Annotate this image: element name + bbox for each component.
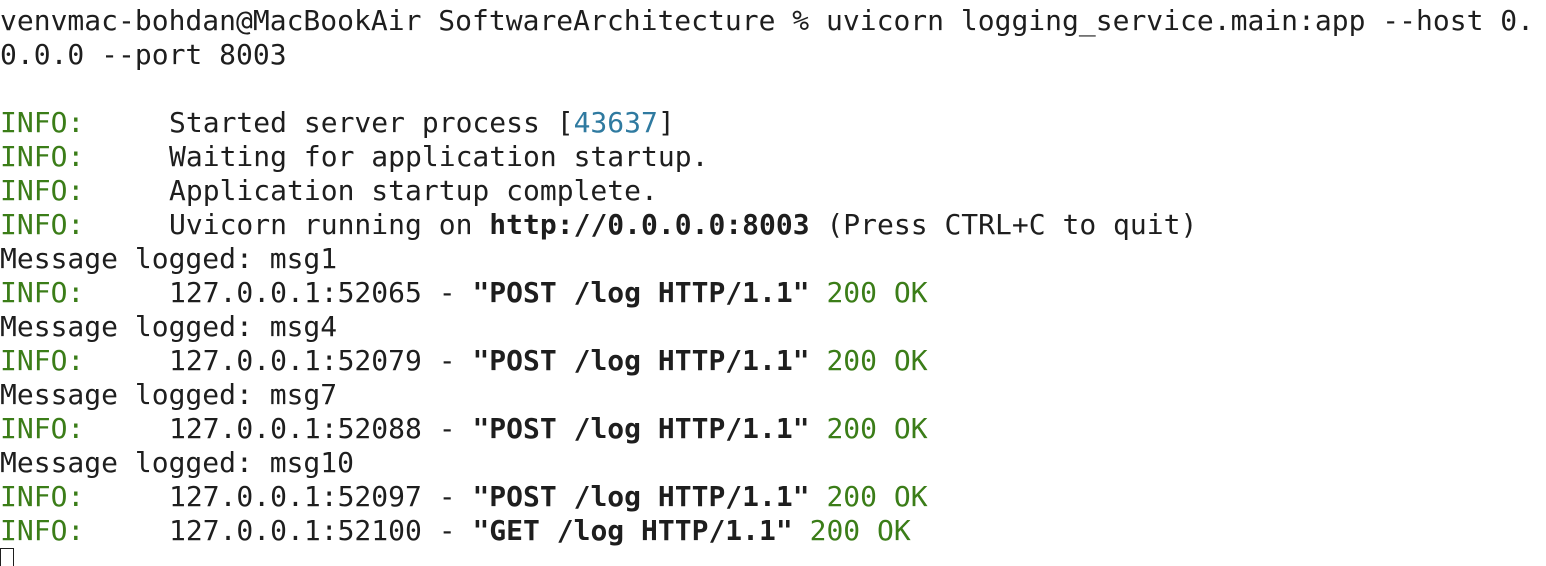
log-text: ] [657,106,675,139]
log-level: INFO: [0,344,85,377]
request-line: "POST /log HTTP/1.1" [472,344,810,377]
log-line-complete: INFO: Application startup complete. [0,174,658,208]
log-level: INFO: [0,514,85,547]
terminal-window[interactable]: venvmac-bohdan@MacBookAir SoftwareArchit… [0,0,1546,566]
command-text: venvmac-bohdan@MacBookAir SoftwareArchit… [0,4,1535,37]
message-logged-line: Message logged: msg7 [0,378,337,412]
client-address: 127.0.0.1:52065 - [169,276,473,309]
message-text: Message logged: msg4 [0,310,338,343]
client-address: 127.0.0.1:52079 - [169,344,473,377]
log-text: Application startup complete. [169,174,658,207]
log-level: INFO: [0,140,85,173]
log-level: INFO: [0,208,85,241]
message-text: Message logged: msg10 [0,446,355,479]
log-level: INFO: [0,276,85,309]
request-line: "POST /log HTTP/1.1" [472,276,810,309]
request-line: "GET /log HTTP/1.1" [472,514,793,547]
status-code: 200 OK [826,412,928,445]
terminal-cursor [0,548,14,566]
log-text: Uvicorn running on [169,208,490,241]
status-code: 200 OK [809,514,911,547]
client-address: 127.0.0.1:52097 - [169,480,473,513]
command-line-1: venvmac-bohdan@MacBookAir SoftwareArchit… [0,4,1534,38]
access-log-line: INFO: 127.0.0.1:52100 - "GET /log HTTP/1.… [0,514,911,548]
log-level: INFO: [0,174,85,207]
log-text: Started server process [ [169,106,574,139]
log-line-waiting: INFO: Waiting for application startup. [0,140,708,174]
request-line: "POST /log HTTP/1.1" [472,412,810,445]
command-text-continued: 0.0.0 --port 8003 [0,38,287,71]
status-code: 200 OK [826,344,928,377]
message-text: Message logged: msg7 [0,378,338,411]
access-log-line: INFO: 127.0.0.1:52097 - "POST /log HTTP/1… [0,480,928,514]
log-level: INFO: [0,412,85,445]
log-text: (Press CTRL+C to quit) [809,208,1198,241]
message-logged-line: Message logged: msg10 [0,446,354,480]
log-level: INFO: [0,480,85,513]
log-level: INFO: [0,106,85,139]
client-address: 127.0.0.1:52100 - [169,514,473,547]
message-text: Message logged: msg1 [0,242,338,275]
message-logged-line: Message logged: msg4 [0,310,337,344]
message-logged-line: Message logged: msg1 [0,242,337,276]
server-url[interactable]: http://0.0.0.0:8003 [489,208,809,241]
access-log-line: INFO: 127.0.0.1:52065 - "POST /log HTTP/1… [0,276,928,310]
access-log-line: INFO: 127.0.0.1:52088 - "POST /log HTTP/1… [0,412,928,446]
request-line: "POST /log HTTP/1.1" [472,480,810,513]
status-code: 200 OK [826,276,928,309]
access-log-line: INFO: 127.0.0.1:52079 - "POST /log HTTP/1… [0,344,928,378]
command-line-2: 0.0.0 --port 8003 [0,38,287,72]
client-address: 127.0.0.1:52088 - [169,412,473,445]
process-id: 43637 [573,106,658,139]
log-text: Waiting for application startup. [169,140,709,173]
status-code: 200 OK [826,480,928,513]
log-line-running: INFO: Uvicorn running on http://0.0.0.0:8… [0,208,1197,242]
log-line-started: INFO: Started server process [43637] [0,106,675,140]
